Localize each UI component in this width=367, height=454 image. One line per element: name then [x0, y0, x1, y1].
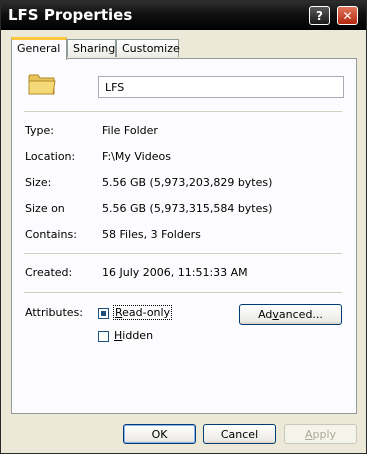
location-label: Location:: [25, 150, 76, 163]
created-label: Created:: [25, 266, 73, 279]
ok-button[interactable]: OK: [123, 424, 196, 444]
hidden-label[interactable]: Hidden: [114, 329, 153, 342]
title-bar[interactable]: LFS Properties ? ✕: [1, 1, 366, 30]
close-button[interactable]: ✕: [337, 6, 358, 25]
tab-customize[interactable]: Customize: [116, 39, 180, 57]
readonly-label[interactable]: Read-only: [113, 305, 173, 320]
location-value: F:\My Videos: [102, 150, 171, 163]
tab-sharing[interactable]: Sharing: [67, 39, 116, 57]
separator: [24, 292, 342, 293]
apply-button[interactable]: Apply: [284, 424, 357, 444]
properties-dialog: LFS Properties ? ✕ General Sharing Custo…: [0, 0, 367, 454]
contains-label: Contains:: [25, 228, 77, 241]
size-on-disk-value: 5.56 GB (5,973,315,584 bytes): [102, 202, 273, 215]
folder-icon: [28, 74, 56, 95]
created-value: 16 July 2006, 11:51:33 AM: [102, 266, 248, 279]
attributes-label: Attributes:: [25, 306, 84, 319]
tab-customize-label: Customize: [122, 42, 180, 55]
hidden-checkbox[interactable]: [98, 331, 109, 342]
help-button[interactable]: ?: [309, 6, 330, 25]
size-label: Size:: [25, 176, 52, 189]
general-panel: LFS Type: File Folder Location: F:\My Vi…: [11, 58, 357, 414]
contains-value: 58 Files, 3 Folders: [102, 228, 201, 241]
help-icon: ?: [316, 8, 323, 23]
separator: [24, 253, 342, 254]
tab-sharing-label: Sharing: [73, 42, 116, 55]
advanced-button[interactable]: Ad v anced...: [239, 304, 342, 325]
readonly-checkbox[interactable]: [98, 308, 109, 319]
tab-general-label: General: [17, 42, 61, 55]
type-value: File Folder: [102, 124, 158, 137]
type-label: Type:: [25, 124, 54, 137]
tab-general[interactable]: General: [11, 37, 67, 60]
size-value: 5.56 GB (5,973,203,829 bytes): [102, 176, 273, 189]
size-on-disk-label: Size on: [25, 202, 65, 215]
cancel-button[interactable]: Cancel: [203, 424, 276, 444]
separator: [24, 111, 342, 112]
close-icon: ✕: [342, 8, 353, 23]
folder-name-input[interactable]: LFS: [98, 76, 344, 98]
window-title: LFS Properties: [8, 6, 133, 24]
